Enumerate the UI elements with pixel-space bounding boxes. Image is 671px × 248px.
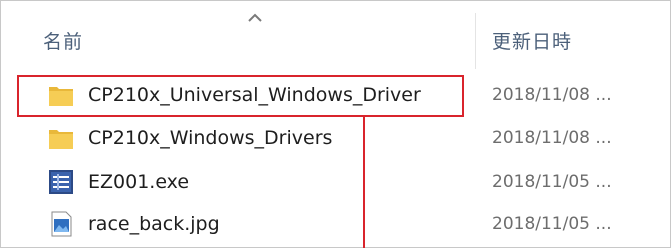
column-header-date-modified[interactable]: 更新日時 (492, 27, 572, 54)
file-name: CP210x_Windows_Drivers (88, 127, 333, 149)
column-divider[interactable] (475, 13, 476, 69)
file-date: 2018/11/05 ... (492, 172, 612, 192)
column-header-name[interactable]: 名前 (43, 27, 83, 54)
annotation-connector-line (363, 117, 365, 248)
file-explorer-list: 名前 更新日時 CP210x_Universal_Windows_Driver … (0, 0, 671, 248)
file-name: EZ001.exe (88, 171, 190, 193)
exe-app-icon (49, 170, 73, 194)
file-date: 2018/11/08 ... (492, 85, 612, 105)
file-date: 2018/11/08 ... (492, 128, 612, 148)
folder-icon (49, 130, 73, 149)
image-file-icon (51, 211, 72, 237)
list-item-race-back-jpg[interactable]: race_back.jpg 2018/11/05 ... (1, 205, 670, 245)
list-item-ez001-exe[interactable]: EZ001.exe 2018/11/05 ... (1, 163, 670, 203)
list-item-cp210x-windows[interactable]: CP210x_Windows_Drivers 2018/11/08 ... (1, 119, 670, 159)
annotation-highlight-box (17, 75, 464, 117)
file-name: race_back.jpg (88, 213, 220, 235)
column-header-bar: 名前 更新日時 (1, 1, 670, 69)
file-date: 2018/11/05 ... (492, 214, 612, 234)
chevron-up-icon[interactable] (241, 9, 269, 25)
